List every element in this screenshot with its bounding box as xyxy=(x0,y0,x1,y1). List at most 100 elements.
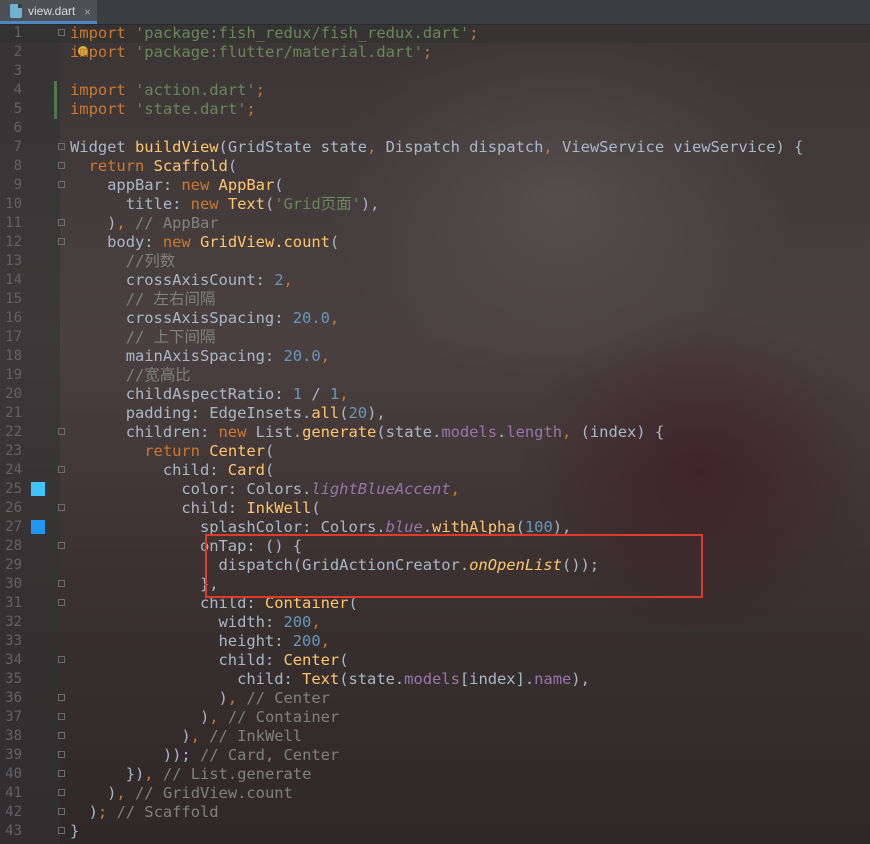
code-token: ; xyxy=(422,43,433,61)
code-text: child: InkWell( xyxy=(70,499,320,518)
code-line[interactable]: 7 Widget buildView(GridState state, Dispa… xyxy=(0,138,870,157)
code-line[interactable]: 13 //列数 xyxy=(0,252,870,271)
code-token: mainAxisSpacing: xyxy=(70,347,284,365)
fold-toggle-icon[interactable] xyxy=(58,599,65,606)
fold-toggle-icon[interactable] xyxy=(58,466,65,473)
code-line[interactable]: 26 child: InkWell( xyxy=(0,499,870,518)
fold-toggle-icon[interactable] xyxy=(58,656,65,663)
code-line[interactable]: 18 mainAxisSpacing: 20.0, xyxy=(0,347,870,366)
code-token: Text xyxy=(227,195,265,213)
line-number: 11 xyxy=(5,215,22,231)
code-token: models xyxy=(404,670,460,688)
line-number: 24 xyxy=(5,462,22,478)
fold-toggle-icon[interactable] xyxy=(58,162,65,169)
fold-toggle-icon[interactable] xyxy=(58,789,65,796)
code-text: height: 200, xyxy=(70,632,330,651)
code-token: return xyxy=(88,157,154,175)
code-line[interactable]: 16 crossAxisSpacing: 20.0, xyxy=(0,309,870,328)
code-line[interactable]: 10 title: new Text('Grid页面'), xyxy=(0,195,870,214)
fold-toggle-icon[interactable] xyxy=(58,732,65,739)
code-text: width: 200, xyxy=(70,613,321,632)
code-line[interactable]: 41 ), // GridView.count xyxy=(0,784,870,803)
code-line[interactable]: 5 import 'state.dart'; xyxy=(0,100,870,119)
line-number: 15 xyxy=(5,291,22,307)
line-number: 42 xyxy=(5,804,22,820)
close-tab-icon[interactable]: × xyxy=(84,5,91,19)
code-token: height: xyxy=(70,632,293,650)
code-token: // List.generate xyxy=(162,765,312,783)
code-line[interactable]: 25 color: Colors.lightBlueAccent, xyxy=(0,480,870,499)
code-line[interactable]: 34 child: Center( xyxy=(0,651,870,670)
color-swatch-icon[interactable] xyxy=(31,482,45,496)
code-line[interactable]: 21 padding: EdgeInsets.all(20), xyxy=(0,404,870,423)
fold-toggle-icon[interactable] xyxy=(58,713,65,720)
fold-toggle-icon[interactable] xyxy=(58,29,65,36)
code-line[interactable]: 19 //宽高比 xyxy=(0,366,870,385)
code-line[interactable]: 38 ), // InkWell xyxy=(0,727,870,746)
code-line[interactable]: 24 child: Card( xyxy=(0,461,870,480)
code-text: ), // GridView.count xyxy=(70,784,293,803)
line-number: 36 xyxy=(5,690,22,706)
fold-toggle-icon[interactable] xyxy=(58,428,65,435)
code-line[interactable]: 36 ), // Center xyxy=(0,689,870,708)
fold-toggle-icon[interactable] xyxy=(58,181,65,188)
code-line[interactable]: 9 appBar: new AppBar( xyxy=(0,176,870,195)
code-token: Center xyxy=(283,651,340,669)
fold-toggle-icon[interactable] xyxy=(58,542,65,549)
fold-toggle-icon[interactable] xyxy=(58,143,65,150)
code-token: }, xyxy=(70,575,219,593)
code-token: lightBlueAccent xyxy=(311,480,451,498)
code-line[interactable]: 15 // 左右间隔 xyxy=(0,290,870,309)
code-token: 'package:fish_redux/fish_redux.dart' xyxy=(135,24,470,42)
code-line[interactable]: 37 ), // Container xyxy=(0,708,870,727)
code-token: AppBar xyxy=(218,176,275,194)
code-line[interactable]: 12 body: new GridView.count( xyxy=(0,233,870,252)
code-text: // 上下间隔 xyxy=(70,328,216,347)
code-line[interactable]: 40 }), // List.generate xyxy=(0,765,870,784)
code-token: (GridState state xyxy=(218,138,368,156)
fold-toggle-icon[interactable] xyxy=(58,219,65,226)
code-line[interactable]: 6 xyxy=(0,119,870,138)
fold-toggle-icon[interactable] xyxy=(58,580,65,587)
code-line[interactable]: 32 width: 200, xyxy=(0,613,870,632)
line-number: 38 xyxy=(5,728,22,744)
tab-view-dart[interactable]: view.dart × xyxy=(0,0,97,24)
code-line[interactable]: 4 import 'action.dart'; xyxy=(0,81,870,100)
code-line[interactable]: 20 childAspectRatio: 1 / 1, xyxy=(0,385,870,404)
fold-toggle-icon[interactable] xyxy=(58,238,65,245)
line-number: 21 xyxy=(5,405,22,421)
code-token: Card xyxy=(227,461,265,479)
code-line[interactable]: 1 import 'package:fish_redux/fish_redux.d… xyxy=(0,24,870,43)
fold-toggle-icon[interactable] xyxy=(58,770,65,777)
fold-toggle-icon[interactable] xyxy=(58,751,65,758)
code-line[interactable]: 3 xyxy=(0,62,870,81)
code-line[interactable]: 2 import 'package:flutter/material.dart'; xyxy=(0,43,870,62)
code-token: , xyxy=(311,613,321,631)
code-line[interactable]: 39 )); // Card, Center xyxy=(0,746,870,765)
fold-toggle-icon[interactable] xyxy=(58,808,65,815)
code-token: ; xyxy=(246,100,256,118)
fold-toggle-icon[interactable] xyxy=(58,694,65,701)
line-number: 29 xyxy=(5,557,22,573)
code-line[interactable]: 11 ), // AppBar xyxy=(0,214,870,233)
line-number: 17 xyxy=(5,329,22,345)
code-editor[interactable]: 1 import 'package:fish_redux/fish_redux.d… xyxy=(0,24,870,841)
line-number: 20 xyxy=(5,386,22,402)
code-line[interactable]: 22 children: new List.generate(state.mod… xyxy=(0,423,870,442)
code-line[interactable]: 14 crossAxisCount: 2, xyxy=(0,271,870,290)
code-line[interactable]: 42 ); // Scaffold xyxy=(0,803,870,822)
code-line[interactable]: 17 // 上下间隔 xyxy=(0,328,870,347)
code-line[interactable]: 43} xyxy=(0,822,870,841)
code-text: color: Colors.lightBlueAccent, xyxy=(70,480,460,499)
color-swatch-icon[interactable] xyxy=(31,520,45,534)
code-token: Scaffold xyxy=(153,157,228,175)
fold-toggle-icon[interactable] xyxy=(58,827,65,834)
code-line[interactable]: 8 return Scaffold( xyxy=(0,157,870,176)
vcs-change-marker[interactable] xyxy=(54,100,57,119)
fold-toggle-icon[interactable] xyxy=(58,504,65,511)
vcs-change-marker[interactable] xyxy=(54,81,57,100)
code-line[interactable]: 35 child: Text(state.models[index].name)… xyxy=(0,670,870,689)
code-line[interactable]: 23 return Center( xyxy=(0,442,870,461)
code-line[interactable]: 33 height: 200, xyxy=(0,632,870,651)
